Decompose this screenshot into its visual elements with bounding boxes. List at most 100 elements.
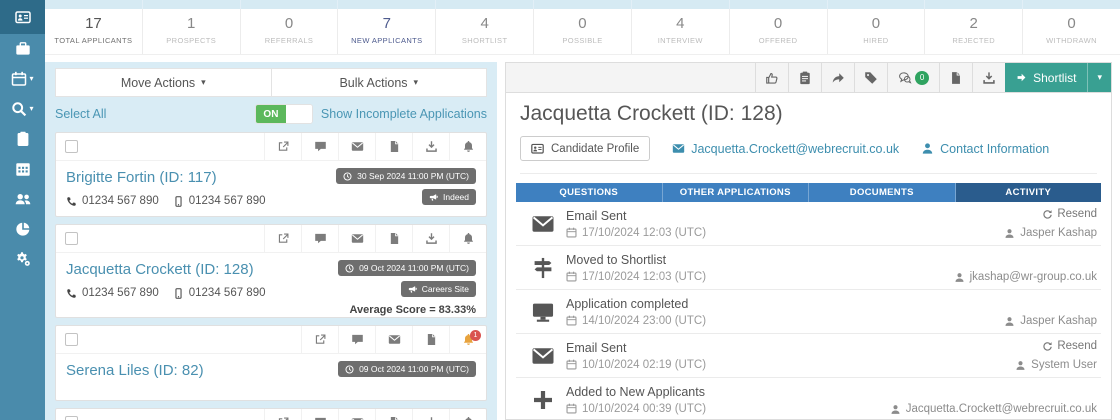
tab-questions[interactable]: QUESTIONS [516, 183, 663, 202]
comments-button[interactable] [301, 133, 338, 160]
download-button[interactable] [972, 63, 1005, 92]
toggle-knob [286, 105, 312, 123]
select-all-link[interactable]: Select All [55, 107, 106, 121]
tag-button[interactable] [854, 63, 887, 92]
refresh-icon [1042, 341, 1053, 352]
download-button[interactable] [412, 225, 449, 252]
stat-interview[interactable]: 4INTERVIEW [632, 9, 730, 54]
shortlist-split-button: Shortlist ▾ [1005, 63, 1111, 92]
email-button[interactable] [375, 326, 412, 353]
notification-count-badge: 1 [470, 330, 481, 341]
resend-link[interactable]: Resend [1042, 340, 1097, 352]
move-actions-dropdown[interactable]: Move Actions▾ [56, 69, 272, 96]
sidebar-item-contacts[interactable] [0, 184, 45, 214]
refresh-icon [1042, 209, 1053, 220]
resend-link[interactable]: Resend [1042, 208, 1097, 220]
candidate-profile-button[interactable]: Candidate Profile [520, 136, 650, 161]
select-applicant-checkbox[interactable] [65, 140, 78, 153]
activity-title: Email Sent [566, 341, 706, 355]
documents-button[interactable] [412, 326, 449, 353]
select-applicant-checkbox[interactable] [65, 416, 78, 420]
show-incomplete-toggle[interactable]: ON [255, 104, 313, 124]
calendar-grid-icon [15, 161, 31, 177]
activity-title: Moved to Shortlist [566, 253, 706, 267]
sidebar-item-reports[interactable] [0, 214, 45, 244]
divider [520, 173, 1097, 174]
rate-candidate-button[interactable] [755, 63, 788, 92]
activity-date: 14/10/2024 23:00 (UTC) [566, 315, 706, 327]
sidebar-item-schedule[interactable] [0, 154, 45, 184]
sidebar-item-jobs[interactable] [0, 34, 45, 64]
open-application-button[interactable] [264, 133, 301, 160]
stat-shortlist[interactable]: 4SHORTLIST [436, 9, 534, 54]
bulk-actions-dropdown[interactable]: Bulk Actions▾ [272, 69, 487, 96]
forward-button[interactable] [821, 63, 854, 92]
open-application-button[interactable] [264, 409, 301, 420]
download-button[interactable] [412, 133, 449, 160]
select-applicant-checkbox[interactable] [65, 333, 78, 346]
chevron-down-icon: ▾ [29, 105, 33, 113]
stat-offered[interactable]: 0OFFERED [730, 9, 828, 54]
card-body: Jacquetta Crockett (ID: 128) 01234 567 8… [56, 253, 486, 317]
email-button[interactable] [338, 133, 375, 160]
activity-row: Moved to Shortlist 17/10/2024 12:03 (UTC… [516, 246, 1101, 290]
sidebar-item-settings[interactable] [0, 244, 45, 274]
stat-withdrawn[interactable]: 0WITHDRAWN [1023, 9, 1120, 54]
download-button[interactable] [412, 409, 449, 420]
candidate-email-link[interactable]: Jacquetta.Crockett@webrecruit.co.uk [672, 142, 899, 156]
shortlist-button[interactable]: Shortlist [1005, 63, 1087, 92]
stat-prospects[interactable]: 1PROSPECTS [143, 9, 241, 54]
tab-activity[interactable]: ACTIVITY [956, 183, 1102, 202]
applicant-card: Assunta Cruse (ID: 116) 01234 567 890 01… [55, 408, 487, 420]
stat-new-applicants[interactable]: 7NEW APPLICANTS [338, 9, 436, 54]
contact-information-link[interactable]: Contact Information [921, 142, 1049, 156]
comments-button[interactable] [338, 326, 375, 353]
sidebar-item-search-menu[interactable]: ▾ [0, 94, 45, 124]
notes-button[interactable] [788, 63, 821, 92]
messages-button[interactable]: 0 [887, 63, 939, 92]
open-application-button[interactable] [301, 326, 338, 353]
documents-button[interactable] [375, 133, 412, 160]
card-action-icons: 1 [301, 326, 486, 353]
monitor-icon [520, 300, 566, 324]
comments-button[interactable] [301, 409, 338, 420]
comments-button[interactable] [301, 225, 338, 252]
activity-user: jkashap@wr-group.co.uk [954, 271, 1097, 283]
notifications-button[interactable] [449, 133, 486, 160]
shortlist-dropdown-button[interactable]: ▾ [1087, 63, 1111, 92]
stat-rejected[interactable]: 2REJECTED [925, 9, 1023, 54]
notifications-button[interactable]: 1 [449, 326, 486, 353]
bell-icon [462, 140, 475, 153]
sidebar-item-applicants[interactable] [0, 0, 45, 34]
notifications-button[interactable] [449, 225, 486, 252]
stat-referrals[interactable]: 0REFERRALS [241, 9, 339, 54]
stat-possible[interactable]: 0POSSIBLE [534, 9, 632, 54]
sidebar-item-calendar-menu[interactable]: ▾ [0, 64, 45, 94]
activity-meta: Jacquetta.Crockett@webrecruit.co.uk [890, 384, 1097, 415]
main-area: 17TOTAL APPLICANTS 1PROSPECTS 0REFERRALS… [45, 0, 1120, 420]
tab-other-applications[interactable]: OTHER APPLICATIONS [663, 183, 810, 202]
documents-button[interactable] [375, 225, 412, 252]
card-badges: 30 Sep 2024 11:00 PM (UTC) Indeed [336, 168, 476, 205]
documents-button[interactable] [939, 63, 972, 92]
email-button[interactable] [338, 409, 375, 420]
open-application-button[interactable] [264, 225, 301, 252]
email-button[interactable] [338, 225, 375, 252]
stat-total-applicants[interactable]: 17TOTAL APPLICANTS [45, 9, 143, 54]
mobile-icon [173, 288, 184, 299]
activity-meta: jkashap@wr-group.co.uk [954, 252, 1097, 283]
id-card-icon [15, 9, 31, 25]
stat-value: 0 [730, 15, 827, 32]
user-icon [1004, 316, 1015, 327]
applicant-card: 1 Serena Liles (ID: 82) 09 Oct 2024 11:0… [55, 325, 487, 401]
clock-icon [345, 365, 354, 374]
documents-button[interactable] [375, 409, 412, 420]
notifications-button[interactable] [449, 409, 486, 420]
sidebar-item-tasks[interactable] [0, 124, 45, 154]
average-score: Average Score = 83.33% [350, 304, 476, 316]
tab-documents[interactable]: DOCUMENTS [809, 183, 956, 202]
stat-hired[interactable]: 0HIRED [828, 9, 926, 54]
stat-label: HIRED [828, 36, 925, 45]
users-icon [15, 191, 31, 207]
select-applicant-checkbox[interactable] [65, 232, 78, 245]
